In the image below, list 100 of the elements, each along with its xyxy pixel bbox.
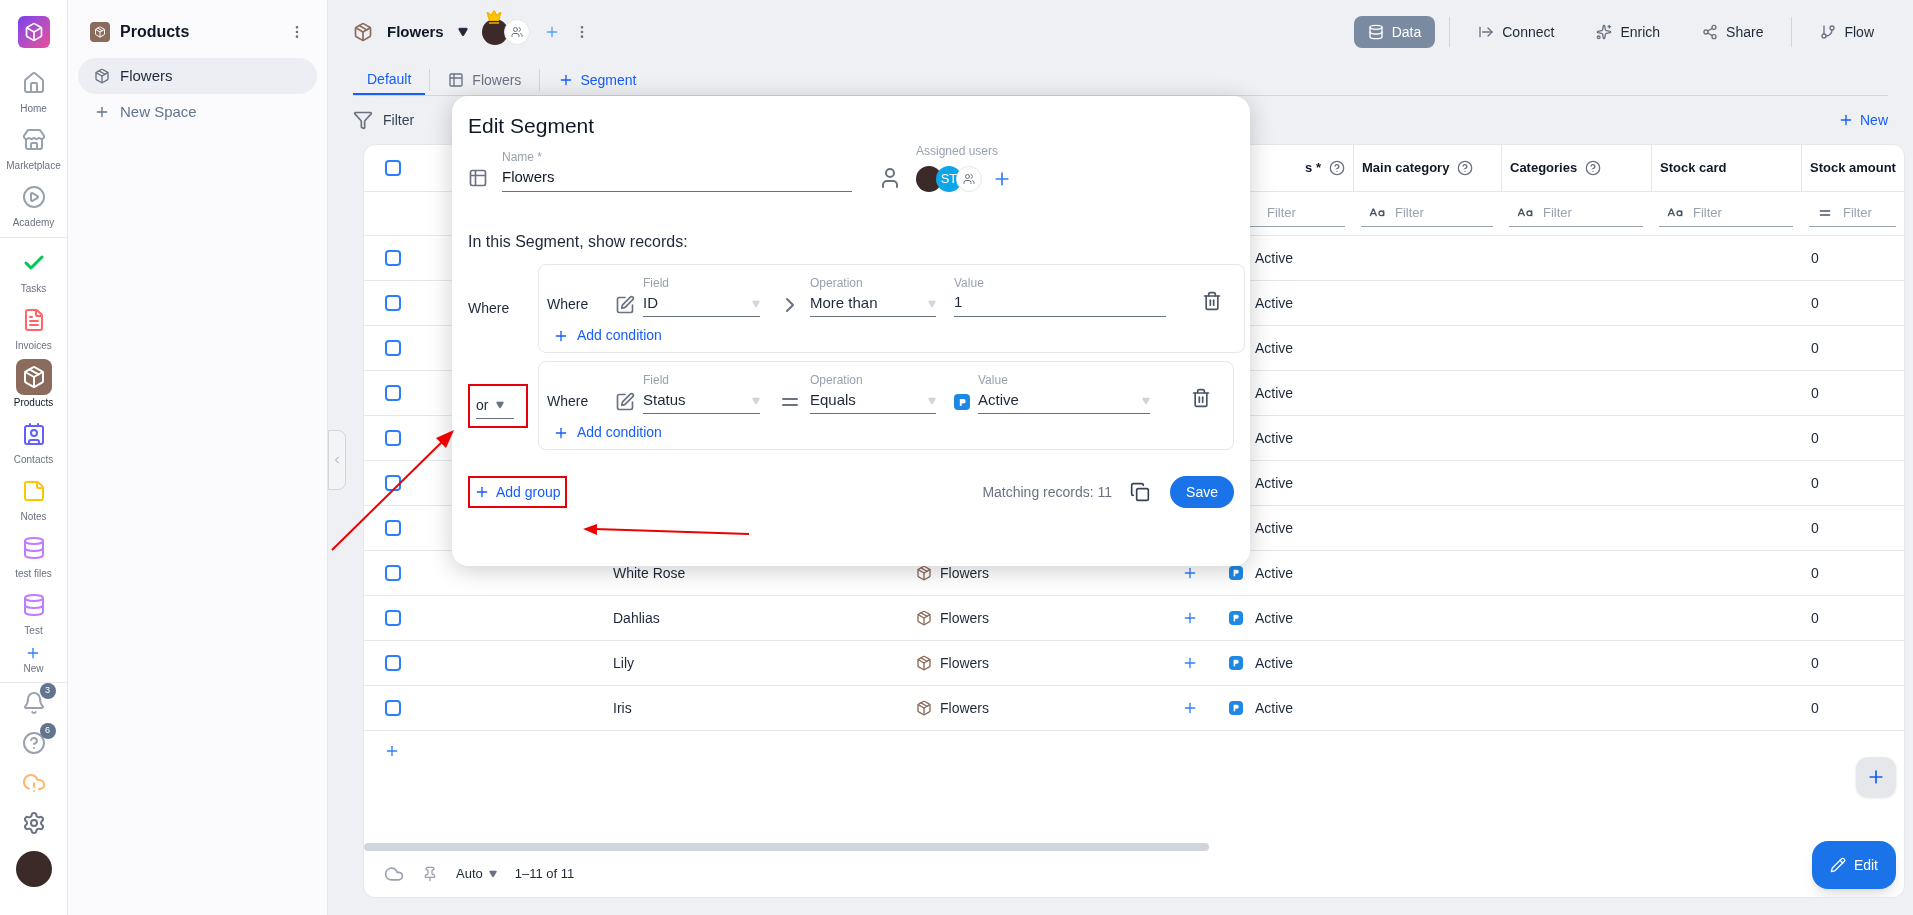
checkbox[interactable] — [384, 160, 401, 176]
column-header[interactable]: Stock card — [1660, 158, 1727, 178]
cloud-icon[interactable] — [384, 864, 404, 884]
segment-tab[interactable]: Flowers — [434, 65, 536, 95]
name-input[interactable]: Flowers — [502, 166, 852, 192]
new-record-button[interactable]: New — [1838, 109, 1888, 131]
select-field[interactable]: More than — [810, 291, 936, 317]
table-cell: 0 — [1811, 339, 1819, 356]
view-mode-button[interactable]: Data — [1353, 16, 1436, 48]
page-title: Flowers — [387, 21, 444, 42]
user-avatar[interactable] — [15, 851, 52, 887]
caret-icon — [752, 299, 760, 308]
field-type-icon — [615, 392, 635, 412]
table-cell-text: Active — [1255, 428, 1294, 448]
plus-icon[interactable] — [1182, 610, 1198, 626]
table-cell: Dahlias — [613, 609, 660, 626]
edit-button[interactable]: Edit — [1811, 841, 1896, 889]
box-icon — [916, 655, 932, 671]
delete-icon[interactable] — [1191, 388, 1211, 408]
status-icon — [1229, 701, 1243, 715]
filter-icon — [353, 110, 373, 130]
rail-item[interactable]: Invoices — [0, 299, 67, 356]
add-group-button[interactable]: Add group — [474, 481, 561, 503]
plus-icon[interactable] — [1182, 655, 1198, 671]
plus-icon[interactable] — [1182, 700, 1198, 716]
caret-icon[interactable] — [457, 27, 468, 37]
app-logo[interactable] — [17, 16, 50, 48]
field-label: Operation — [810, 372, 864, 388]
checkbox[interactable] — [384, 520, 401, 536]
column-header[interactable]: Stock amount — [1810, 158, 1896, 178]
space-item[interactable]: Flowers — [78, 58, 317, 94]
add-segment-button[interactable]: Segment — [544, 65, 651, 95]
select-field[interactable]: Status — [643, 388, 760, 414]
logic-operator-dropdown[interactable]: or — [476, 392, 514, 419]
database-icon — [1367, 24, 1384, 40]
help-icon[interactable] — [1585, 160, 1602, 176]
delete-icon[interactable] — [1202, 291, 1222, 311]
checkbox[interactable] — [384, 430, 401, 446]
checkbox[interactable] — [384, 340, 401, 356]
new-app-button[interactable]: New — [23, 645, 44, 676]
checkbox[interactable] — [384, 475, 401, 491]
checkbox[interactable] — [384, 655, 401, 671]
rail-item[interactable]: Products — [0, 356, 67, 413]
new-space-button[interactable]: New Space — [78, 94, 213, 130]
collapse-handle[interactable] — [328, 430, 346, 490]
rail-item[interactable]: Home — [0, 62, 67, 119]
table-cell: Iris — [613, 699, 632, 716]
checkbox[interactable] — [384, 565, 401, 581]
sidebar-title: Products — [120, 22, 190, 42]
table-cell-text: Active — [1255, 563, 1294, 583]
rail-item[interactable]: test files — [0, 527, 67, 584]
add-row-icon[interactable] — [384, 743, 400, 759]
help-icon[interactable] — [21, 731, 46, 755]
column-header[interactable]: s * — [1305, 158, 1321, 178]
field-type-icon — [615, 295, 635, 315]
view-mode-button[interactable]: Connect — [1464, 16, 1569, 48]
field-label: Value — [978, 372, 1009, 388]
help-icon[interactable] — [1457, 160, 1474, 176]
help-icon[interactable] — [1329, 160, 1345, 176]
select-field[interactable]: Active — [978, 388, 1150, 414]
select-field[interactable]: Equals — [810, 388, 936, 414]
database-icon — [21, 593, 46, 617]
rail-item[interactable]: Marketplace — [0, 119, 67, 176]
bell-icon[interactable] — [21, 691, 46, 715]
row-height-dropdown[interactable]: Auto — [456, 864, 497, 884]
checkbox[interactable] — [384, 610, 401, 626]
column-header[interactable]: Categories — [1510, 158, 1578, 178]
rail-item[interactable]: Notes — [0, 470, 67, 527]
rail-item[interactable]: Tasks — [0, 242, 67, 299]
status-icon — [1229, 611, 1243, 625]
note-icon — [21, 479, 46, 503]
column-header[interactable]: Main category — [1362, 158, 1450, 178]
crown-icon — [485, 9, 502, 25]
view-mode-button[interactable]: Share — [1688, 16, 1778, 48]
select-field[interactable]: ID — [643, 291, 760, 317]
add-button[interactable] — [1856, 757, 1896, 797]
add-condition-button[interactable]: Add condition — [553, 325, 662, 346]
checkbox[interactable] — [384, 385, 401, 401]
save-button[interactable]: Save — [1170, 476, 1234, 508]
view-mode-button[interactable]: Flow — [1806, 16, 1888, 48]
add-condition-button[interactable]: Add condition — [553, 422, 662, 443]
checkbox[interactable] — [384, 250, 401, 266]
group-avatar[interactable] — [503, 19, 530, 45]
value-input[interactable]: 1 — [954, 291, 1166, 317]
rail-item[interactable]: Academy — [0, 176, 67, 233]
segment-tab[interactable]: Default — [353, 65, 426, 95]
checkbox[interactable] — [384, 700, 401, 716]
settings-icon[interactable] — [21, 811, 46, 835]
view-mode-button[interactable]: Enrich — [1582, 16, 1675, 48]
rail-item[interactable]: Contacts — [0, 413, 67, 470]
filter-button[interactable]: Filter — [353, 109, 415, 131]
horizontal-scrollbar[interactable] — [364, 843, 1209, 851]
copy-icon[interactable] — [1130, 482, 1151, 502]
pin-icon[interactable] — [422, 866, 438, 882]
rail-item[interactable]: Test — [0, 584, 67, 641]
table-cell: 0 — [1811, 294, 1819, 311]
checkbox[interactable] — [384, 295, 401, 311]
user-avatar[interactable] — [481, 19, 508, 45]
box-icon — [353, 22, 373, 42]
plus-icon[interactable] — [1182, 565, 1198, 581]
